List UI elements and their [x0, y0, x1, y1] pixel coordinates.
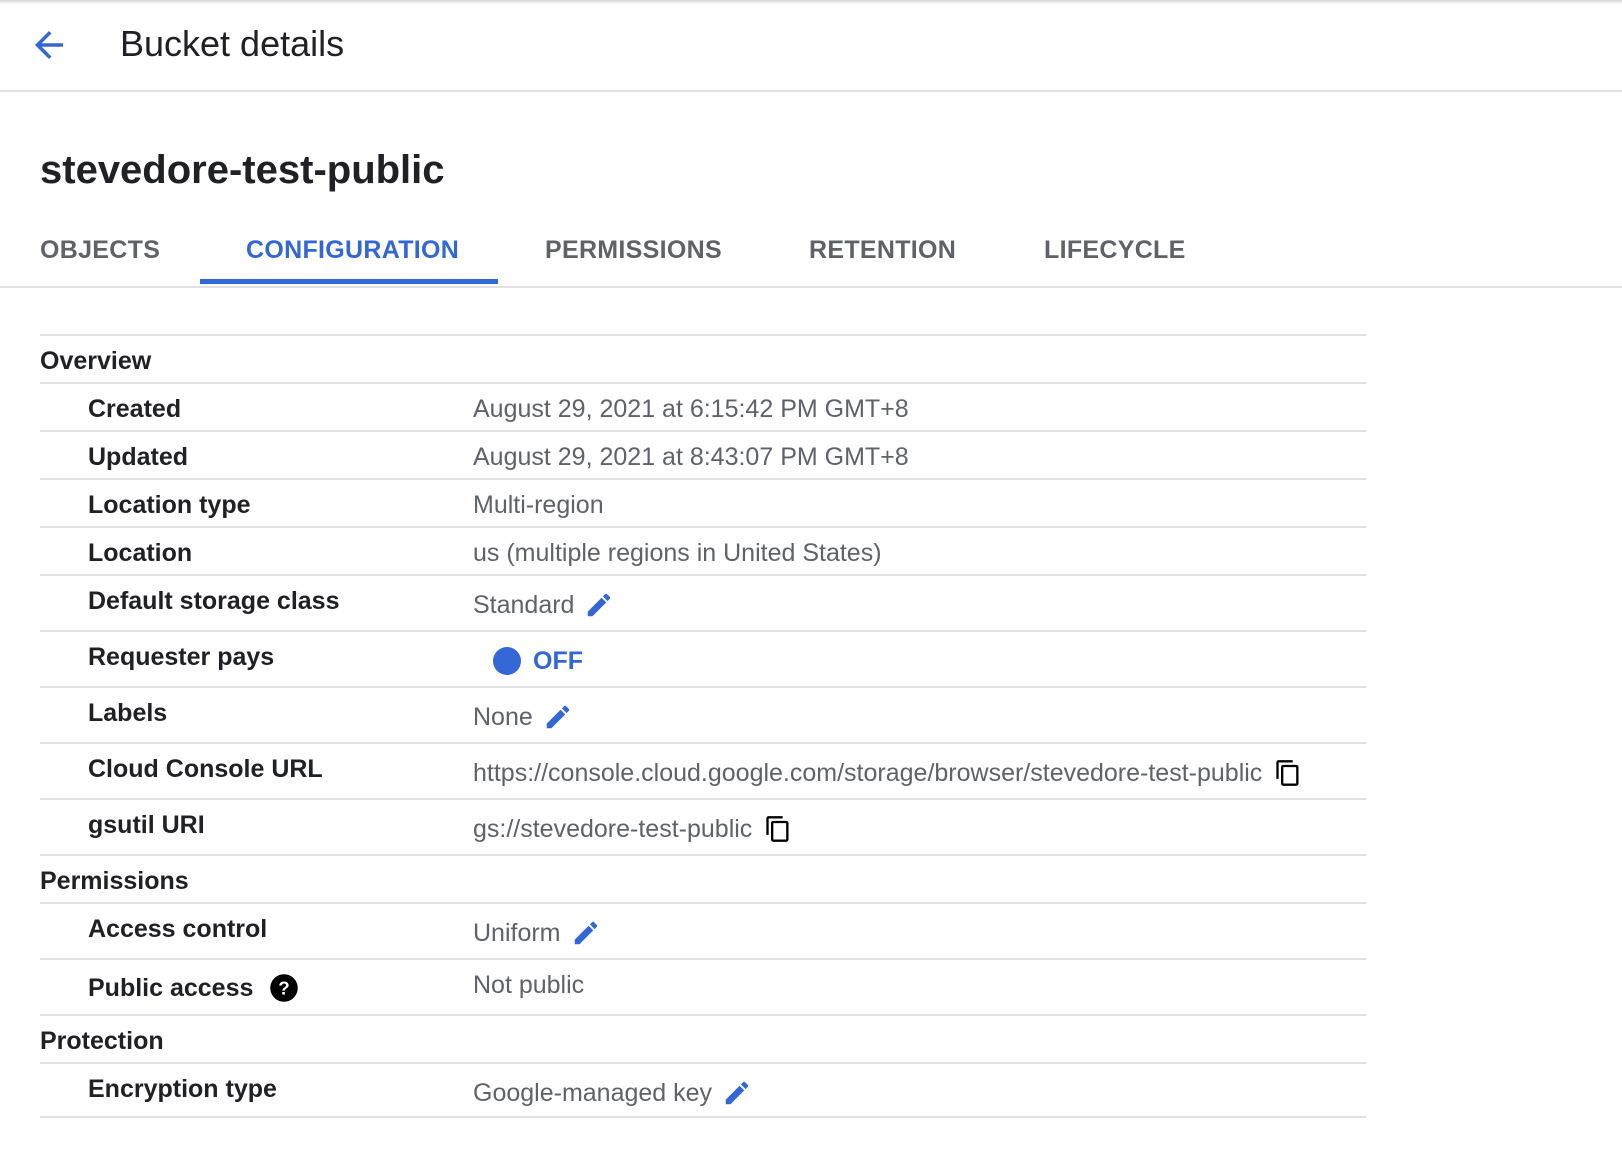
section-title: Protection — [40, 1027, 164, 1055]
section-title: Overview — [40, 347, 152, 375]
copy-icon[interactable] — [1274, 758, 1302, 788]
field-value-group: https://console.cloud.google.com/storage… — [473, 758, 1302, 788]
toggle-knob — [493, 647, 521, 675]
edit-icon[interactable] — [584, 590, 614, 620]
field-value-group: OFF — [473, 642, 583, 676]
toggle-label: OFF — [533, 647, 583, 675]
field-label: Updated — [88, 443, 188, 471]
field-label: Access control — [88, 915, 268, 943]
field-label: Labels — [88, 699, 168, 727]
row-console-url: Cloud Console URL https://console.cloud.… — [40, 742, 1366, 798]
field-label: Encryption type — [88, 1075, 277, 1103]
tab-objects[interactable]: OBJECTS — [40, 222, 160, 286]
requester-pays-toggle[interactable]: OFF — [473, 646, 583, 676]
field-value: August 29, 2021 at 8:43:07 PM GMT+8 — [473, 443, 909, 471]
row-storage-class: Default storage class Standard — [40, 574, 1366, 630]
gsutil-uri-value: gs://stevedore-test-public — [473, 815, 753, 843]
edit-icon[interactable] — [722, 1078, 752, 1108]
configuration-table: Overview Created August 29, 2021 at 6:15… — [40, 334, 1366, 1118]
field-value-group: Google-managed key — [473, 1078, 752, 1108]
field-label-group: Public access ? — [88, 973, 299, 1003]
row-labels: Labels None — [40, 686, 1366, 742]
bucket-name: stevedore-test-public — [40, 148, 445, 192]
section-overview: Overview — [40, 334, 1366, 382]
public-access-label: Public access — [88, 974, 254, 1002]
field-value-group: Standard — [473, 590, 614, 620]
edit-icon[interactable] — [571, 918, 601, 948]
field-value-group: Uniform — [473, 918, 601, 948]
tab-configuration[interactable]: CONFIGURATION — [246, 222, 459, 286]
row-encryption-type: Encryption type Google-managed key — [40, 1062, 1366, 1118]
field-label: Default storage class — [88, 587, 340, 615]
field-label: Location type — [88, 491, 251, 519]
svg-text:?: ? — [279, 977, 290, 998]
access-control-value: Uniform — [473, 919, 561, 947]
active-tab-indicator — [200, 279, 498, 284]
row-public-access: Public access ? Not public — [40, 958, 1366, 1014]
labels-value: None — [473, 703, 533, 731]
field-label: Location — [88, 539, 193, 567]
row-requester-pays: Requester pays OFF — [40, 630, 1366, 686]
field-value: Not public — [473, 971, 585, 999]
encryption-value: Google-managed key — [473, 1079, 713, 1107]
tab-lifecycle[interactable]: LIFECYCLE — [1044, 222, 1186, 286]
field-label: Created — [88, 395, 182, 423]
field-value: us (multiple regions in United States) — [473, 539, 882, 567]
section-permissions: Permissions — [40, 854, 1366, 902]
row-created: Created August 29, 2021 at 6:15:42 PM GM… — [40, 382, 1366, 430]
field-label: Requester pays — [88, 643, 275, 671]
tab-permissions[interactable]: PERMISSIONS — [545, 222, 722, 286]
copy-icon[interactable] — [764, 814, 792, 844]
row-gsutil-uri: gsutil URI gs://stevedore-test-public — [40, 798, 1366, 854]
field-value: Multi-region — [473, 491, 604, 519]
row-access-control: Access control Uniform — [40, 902, 1366, 958]
page-title: Bucket details — [120, 23, 345, 64]
row-location: Location us (multiple regions in United … — [40, 526, 1366, 574]
help-icon[interactable]: ? — [269, 973, 299, 1003]
tab-retention[interactable]: RETENTION — [809, 222, 956, 286]
section-protection: Protection — [40, 1014, 1366, 1062]
row-location-type: Location type Multi-region — [40, 478, 1366, 526]
storage-class-value: Standard — [473, 591, 575, 619]
row-updated: Updated August 29, 2021 at 8:43:07 PM GM… — [40, 430, 1366, 478]
field-label: Cloud Console URL — [88, 755, 323, 783]
page-header: Bucket details — [0, 0, 1622, 92]
back-arrow-icon[interactable] — [28, 24, 70, 66]
section-title: Permissions — [40, 867, 189, 895]
edit-icon[interactable] — [543, 702, 573, 732]
field-value-group: None — [473, 702, 573, 732]
field-value: August 29, 2021 at 6:15:42 PM GMT+8 — [473, 395, 909, 423]
console-url-value: https://console.cloud.google.com/storage… — [473, 759, 1263, 787]
field-label: gsutil URI — [88, 811, 205, 839]
field-value-group: gs://stevedore-test-public — [473, 814, 792, 844]
